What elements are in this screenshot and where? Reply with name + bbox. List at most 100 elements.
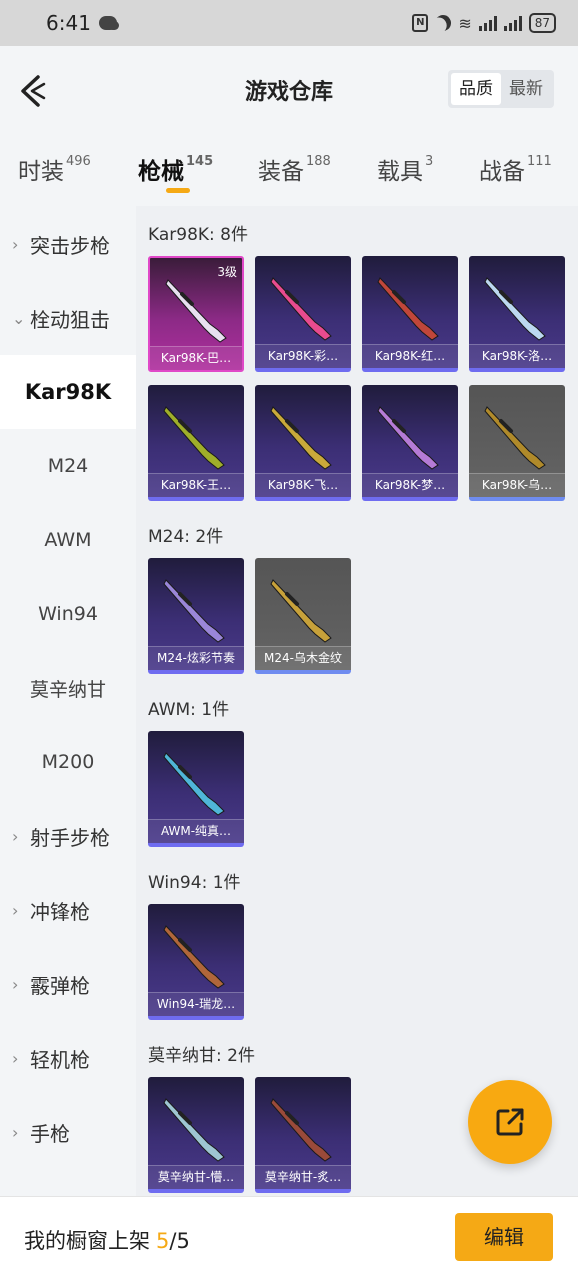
tab-label: 时装 bbox=[18, 159, 64, 185]
weapon-card[interactable]: Kar98K-梦… bbox=[362, 385, 458, 501]
chevron-right-icon: › bbox=[12, 234, 19, 254]
showcase-bar: 我的橱窗上架 5/5 编辑 bbox=[0, 1196, 578, 1280]
sidebar-item-label: 莫辛纳甘 bbox=[29, 678, 106, 701]
rifle-icon bbox=[163, 579, 225, 643]
rifle-icon bbox=[270, 1098, 332, 1162]
wechat-icon bbox=[98, 16, 119, 30]
rifle-icon bbox=[163, 406, 225, 470]
sidebar-item[interactable]: 莫辛纳甘 bbox=[0, 651, 136, 725]
weapon-card[interactable]: Win94-瑞龙… bbox=[148, 904, 244, 1020]
tab-count: 3 bbox=[425, 154, 434, 169]
sidebar-item[interactable]: › 突击步枪 bbox=[0, 207, 136, 281]
sidebar-item[interactable]: › 手枪 bbox=[0, 1095, 136, 1169]
sidebar-item[interactable]: › 轻机枪 bbox=[0, 1021, 136, 1095]
weapon-name: M24-炫彩节奏 bbox=[148, 646, 244, 670]
weapon-card[interactable]: Kar98K-洛… bbox=[469, 256, 565, 372]
weapon-card[interactable]: Kar98K-彩… bbox=[255, 256, 351, 372]
weapon-name: 莫辛纳甘-炙… bbox=[255, 1165, 351, 1189]
sidebar-item[interactable]: AWM bbox=[0, 503, 136, 577]
weapon-card[interactable]: M24-炫彩节奏 bbox=[148, 558, 244, 674]
tab-vehicles[interactable]: 载具 3 bbox=[377, 152, 433, 186]
weapon-card[interactable]: Kar98K-王… bbox=[148, 385, 244, 501]
signal-icon-2 bbox=[503, 15, 522, 31]
share-button[interactable] bbox=[468, 1080, 552, 1164]
rifle-icon bbox=[377, 277, 439, 341]
sidebar-item[interactable]: ⌄ 栓动狙击 bbox=[0, 281, 136, 355]
status-time: 6:41 bbox=[46, 11, 91, 35]
rifle-icon bbox=[484, 277, 546, 341]
chevron-right-icon: › bbox=[12, 826, 19, 846]
sidebar-item[interactable]: › 霰弹枪 bbox=[0, 947, 136, 1021]
tab-count: 188 bbox=[306, 154, 331, 169]
tab-count: 145 bbox=[186, 154, 214, 169]
rifle-icon bbox=[163, 925, 225, 989]
weapon-card[interactable]: AWM-纯真… bbox=[148, 731, 244, 847]
status-icons: N ≋ 87 bbox=[412, 13, 556, 33]
sort-toggle: 品质 最新 bbox=[448, 70, 554, 108]
weapon-name: Kar98K-梦… bbox=[362, 473, 458, 497]
tab-supplies[interactable]: 战备 111 bbox=[479, 152, 552, 186]
weapon-list: Kar98K: 8件 3级 Kar98K-巴… Kar98K-彩… Kar98K-红… K… bbox=[136, 206, 578, 1196]
weapon-card[interactable]: Kar98K-红… bbox=[362, 256, 458, 372]
rifle-icon bbox=[165, 279, 227, 343]
edit-button[interactable]: 编辑 bbox=[455, 1213, 553, 1261]
sidebar-item-label: Kar98K bbox=[24, 380, 112, 404]
weapon-name: Kar98K-红… bbox=[362, 344, 458, 368]
rifle-icon bbox=[163, 1098, 225, 1162]
weapon-card[interactable]: 莫辛纳甘-炙… bbox=[255, 1077, 351, 1193]
showcase-count: 5 bbox=[156, 1229, 170, 1253]
section-title: Win94: 1件 bbox=[148, 873, 241, 893]
status-bar: 6:41 N ≋ 87 bbox=[0, 0, 578, 46]
sidebar-item-label: 手枪 bbox=[30, 1121, 70, 1146]
weapon-card[interactable]: 3级 Kar98K-巴… bbox=[148, 256, 244, 372]
sidebar-item[interactable]: M200 bbox=[0, 725, 136, 799]
tab-equipment[interactable]: 装备 188 bbox=[258, 152, 331, 186]
sidebar-item[interactable]: Kar98K bbox=[0, 355, 136, 429]
weapon-card[interactable]: Kar98K-飞… bbox=[255, 385, 351, 501]
rifle-icon bbox=[270, 277, 332, 341]
weapon-name: Kar98K-乌… bbox=[469, 473, 565, 497]
rifle-icon bbox=[270, 579, 332, 643]
weapon-card[interactable]: Kar98K-乌… bbox=[469, 385, 565, 501]
showcase-total: /5 bbox=[169, 1229, 190, 1253]
weapon-name: Win94-瑞龙… bbox=[148, 992, 244, 1016]
section-title: 莫辛纳甘: 2件 bbox=[148, 1046, 255, 1066]
tab-label: 枪械 bbox=[138, 159, 184, 185]
wifi-icon: ≋ bbox=[458, 13, 472, 33]
sidebar: › 突击步枪 ⌄ 栓动狙击 Kar98K M24 AWM Win94 莫辛纳甘 M200 › 射手步枪… bbox=[0, 206, 136, 1196]
weapon-name: Kar98K-洛… bbox=[469, 344, 565, 368]
chevron-right-icon: › bbox=[12, 900, 19, 920]
weapon-name: Kar98K-王… bbox=[148, 473, 244, 497]
rifle-icon bbox=[163, 752, 225, 816]
sidebar-item[interactable]: › 射手步枪 bbox=[0, 799, 136, 873]
weapon-name: 莫辛纳甘-懵… bbox=[148, 1165, 244, 1189]
sidebar-item-label: 栓动狙击 bbox=[30, 307, 110, 332]
signal-icon bbox=[478, 15, 497, 31]
sidebar-item[interactable]: › 冲锋枪 bbox=[0, 873, 136, 947]
tab-label: 装备 bbox=[258, 159, 304, 185]
rifle-icon bbox=[377, 406, 439, 470]
sort-option-newest[interactable]: 最新 bbox=[501, 73, 551, 105]
weapon-card[interactable]: M24-乌木金纹 bbox=[255, 558, 351, 674]
moon-icon bbox=[432, 12, 454, 34]
tab-fashion[interactable]: 时装 496 bbox=[18, 152, 91, 186]
level-badge: 3级 bbox=[217, 265, 237, 279]
sidebar-item[interactable]: M24 bbox=[0, 429, 136, 503]
sidebar-item-label: 冲锋枪 bbox=[30, 899, 90, 924]
sort-option-quality[interactable]: 品质 bbox=[451, 73, 501, 105]
active-tab-indicator bbox=[166, 188, 190, 193]
weapon-card[interactable]: 莫辛纳甘-懵… bbox=[148, 1077, 244, 1193]
nfc-icon: N bbox=[412, 14, 429, 32]
sidebar-item-label: M24 bbox=[47, 455, 89, 477]
section-title: Kar98K: 8件 bbox=[148, 225, 248, 245]
header: 游戏仓库 品质 最新 bbox=[0, 46, 578, 134]
tab-count: 111 bbox=[527, 154, 552, 169]
category-tabs: 时装 496 枪械 145 装备 188 载具 3 战备 111 bbox=[0, 134, 578, 206]
rifle-icon bbox=[270, 406, 332, 470]
tab-weapons[interactable]: 枪械 145 bbox=[138, 152, 213, 186]
sidebar-item[interactable]: Win94 bbox=[0, 577, 136, 651]
section-title: M24: 2件 bbox=[148, 527, 224, 547]
section-title: AWM: 1件 bbox=[148, 700, 230, 720]
tab-label: 战备 bbox=[479, 159, 525, 185]
share-icon bbox=[496, 1108, 524, 1136]
